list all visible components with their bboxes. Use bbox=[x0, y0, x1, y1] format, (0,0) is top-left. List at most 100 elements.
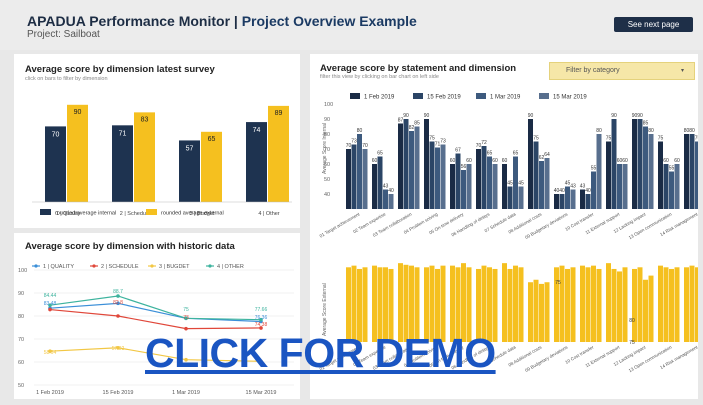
bar-value-label: 60 bbox=[663, 158, 669, 164]
category-filter-dropdown[interactable]: Filter by category ▾ bbox=[549, 62, 695, 80]
legend-label: 15 Mar 2019 bbox=[553, 95, 587, 101]
bar-internal bbox=[533, 141, 539, 209]
bar-external bbox=[533, 279, 539, 342]
bar-internal bbox=[518, 186, 524, 209]
y-tick-label: 50 bbox=[18, 383, 24, 389]
bar-value-label: 45 bbox=[518, 181, 524, 187]
y-tick-label: 90 bbox=[18, 291, 24, 297]
next-page-button[interactable]: See next page bbox=[614, 17, 693, 32]
bar-external bbox=[606, 263, 611, 342]
bar-internal bbox=[669, 171, 674, 209]
bar-external bbox=[585, 267, 591, 342]
legend-marker bbox=[208, 264, 212, 268]
x-tick-label: 15 Feb 2019 bbox=[103, 390, 134, 396]
bar-value-label: 57 bbox=[186, 145, 194, 152]
filter-label: Filter by category bbox=[566, 67, 620, 74]
point-label: 82.8 bbox=[113, 300, 123, 306]
x-tick-label: 13 Open communication bbox=[628, 211, 673, 240]
legend-label: rounded average external bbox=[161, 211, 224, 217]
bar-value-label: 73 bbox=[351, 139, 357, 145]
bar-internal bbox=[398, 123, 403, 209]
bar-external bbox=[611, 268, 617, 342]
bar-internal bbox=[559, 194, 565, 209]
legend-label: 1 Mar 2019 bbox=[490, 95, 521, 101]
bar-internal bbox=[611, 119, 617, 209]
bar-value-label: 40 bbox=[388, 188, 394, 194]
bar-external bbox=[565, 268, 570, 342]
latest-survey-bar-chart[interactable]: 70901 | Quality71832 | Schedule57653 | B… bbox=[14, 54, 300, 228]
bar-value-label: 56 bbox=[461, 164, 467, 170]
legend-label: rounded average internal bbox=[55, 211, 116, 217]
legend-label: 1 | QUALITY bbox=[43, 264, 74, 270]
x-tick-label: 1 Mar 2019 bbox=[172, 390, 200, 396]
bar-value-label: 80 bbox=[648, 128, 654, 134]
bar-value-label: 85 bbox=[643, 121, 649, 127]
y-tick-label: 50 bbox=[324, 177, 330, 183]
demo-link[interactable]: CLICK FOR DEMO bbox=[145, 330, 496, 377]
bar-external bbox=[674, 267, 680, 342]
y-tick-label: 70 bbox=[18, 337, 24, 343]
y-tick-label: 80 bbox=[18, 314, 24, 320]
bar-value-label: 60 bbox=[674, 158, 680, 164]
legend-label: 1 Feb 2019 bbox=[364, 95, 395, 101]
point-label: 77.66 bbox=[255, 307, 268, 313]
legend-label: 3 | BUGDET bbox=[159, 264, 190, 270]
bar-internal bbox=[565, 186, 570, 209]
bar-internal bbox=[455, 153, 461, 209]
bar-external bbox=[502, 263, 507, 342]
legend-swatch bbox=[413, 93, 423, 99]
data-point bbox=[48, 307, 52, 312]
bar-value-label: 85 bbox=[414, 121, 420, 127]
bar-internal bbox=[596, 134, 602, 209]
x-tick-label: 4 | Other bbox=[258, 211, 279, 217]
legend-swatch bbox=[350, 93, 360, 99]
bar-internal bbox=[658, 141, 663, 209]
bar-value-label: 83 bbox=[141, 116, 149, 123]
bar-value-label: 65 bbox=[513, 151, 519, 157]
bar-value-label: 71 bbox=[119, 130, 127, 137]
bar-internal bbox=[554, 194, 559, 209]
bar-value-label: 90 bbox=[403, 113, 409, 119]
y-tick-label: 90 bbox=[324, 117, 330, 123]
bar-external bbox=[648, 275, 654, 342]
header-bar: APADUA Performance Monitor | Project Ove… bbox=[0, 0, 703, 50]
page-title: APADUA Performance Monitor | Project Ove… bbox=[27, 13, 417, 29]
bar-internal bbox=[414, 126, 420, 209]
bar-value-label: 45 bbox=[507, 181, 513, 187]
bar-value-label: 73 bbox=[440, 139, 446, 145]
bar-internal bbox=[351, 144, 357, 209]
y-axis-label: Average Score External bbox=[322, 283, 328, 336]
point-label: 75 bbox=[183, 307, 189, 313]
bar-value-label: 60 bbox=[622, 158, 628, 164]
bar-internal bbox=[643, 126, 648, 209]
bar-value-label: 80 bbox=[357, 128, 363, 134]
x-tick-label: 15 Mar 2019 bbox=[246, 390, 277, 396]
bar-internal bbox=[648, 134, 654, 209]
bar-external bbox=[134, 112, 155, 202]
bar-internal bbox=[372, 164, 377, 209]
bar-value-label: 74 bbox=[253, 127, 261, 134]
bar-internal bbox=[632, 119, 637, 209]
legend-swatch bbox=[40, 209, 51, 215]
y-tick-label: 60 bbox=[18, 360, 24, 366]
bar-value-label: 80 bbox=[596, 128, 602, 134]
bar-external bbox=[689, 265, 695, 342]
bar-internal bbox=[440, 144, 446, 209]
point-label: 74.38 bbox=[255, 322, 268, 328]
point-label: 84.44 bbox=[44, 293, 57, 299]
bar-internal bbox=[606, 141, 611, 209]
bar-internal bbox=[362, 149, 368, 209]
bar-value-label: 67 bbox=[455, 148, 461, 154]
project-subtitle: Project: Sailboat bbox=[27, 29, 100, 40]
bar-value-label: 65 bbox=[208, 136, 216, 143]
bar-internal bbox=[429, 141, 435, 209]
bar-external bbox=[528, 282, 533, 342]
bar-value-label: 75 bbox=[533, 136, 539, 142]
bar-internal bbox=[689, 134, 695, 209]
y-tick-label: 100 bbox=[324, 102, 333, 108]
bar-value-label: 75 bbox=[658, 136, 664, 142]
bar-value-label: 55 bbox=[591, 166, 597, 172]
bar-value-label: 90 bbox=[74, 109, 82, 116]
bar-external bbox=[684, 267, 689, 342]
chevron-down-icon: ▾ bbox=[680, 68, 684, 74]
